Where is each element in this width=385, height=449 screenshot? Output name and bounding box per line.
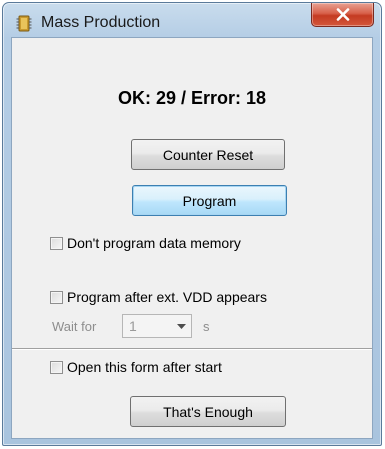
wait-for-label: Wait for <box>52 319 97 334</box>
open-form-after-start-checkbox[interactable] <box>50 360 63 374</box>
dont-program-data-memory-option[interactable]: Don't program data memory <box>50 234 241 252</box>
form-body: OK: 29 / Error: 18 Counter Reset Program… <box>11 37 373 439</box>
program-after-vdd-label: Program after ext. VDD appears <box>67 289 267 305</box>
separator <box>12 348 372 350</box>
program-label: Program <box>182 192 237 209</box>
wait-time-combobox[interactable]: 1 <box>122 314 192 338</box>
open-form-after-start-label: Open this form after start <box>67 359 222 375</box>
wait-unit-label: s <box>203 319 210 334</box>
close-button[interactable] <box>311 3 374 27</box>
dont-program-data-memory-label: Don't program data memory <box>67 235 241 251</box>
open-form-after-start-option[interactable]: Open this form after start <box>50 358 222 376</box>
chip-icon <box>16 15 32 32</box>
thats-enough-label: That's Enough <box>163 403 253 420</box>
chevron-down-icon <box>177 324 186 329</box>
program-button[interactable]: Program <box>132 185 287 216</box>
thats-enough-button[interactable]: That's Enough <box>130 396 286 427</box>
mass-production-window: Mass Production OK: 29 / Error: 18 Count… <box>2 2 382 446</box>
counter-reset-button[interactable]: Counter Reset <box>131 139 285 170</box>
counter-status: OK: 29 / Error: 18 <box>117 88 267 108</box>
dont-program-data-memory-checkbox[interactable] <box>50 236 63 250</box>
close-icon <box>336 8 350 21</box>
counter-reset-label: Counter Reset <box>162 146 254 163</box>
program-after-vdd-option[interactable]: Program after ext. VDD appears <box>50 288 267 306</box>
wait-time-value: 1 <box>129 318 137 334</box>
window-title: Mass Production <box>41 14 161 31</box>
program-after-vdd-checkbox[interactable] <box>50 290 63 304</box>
